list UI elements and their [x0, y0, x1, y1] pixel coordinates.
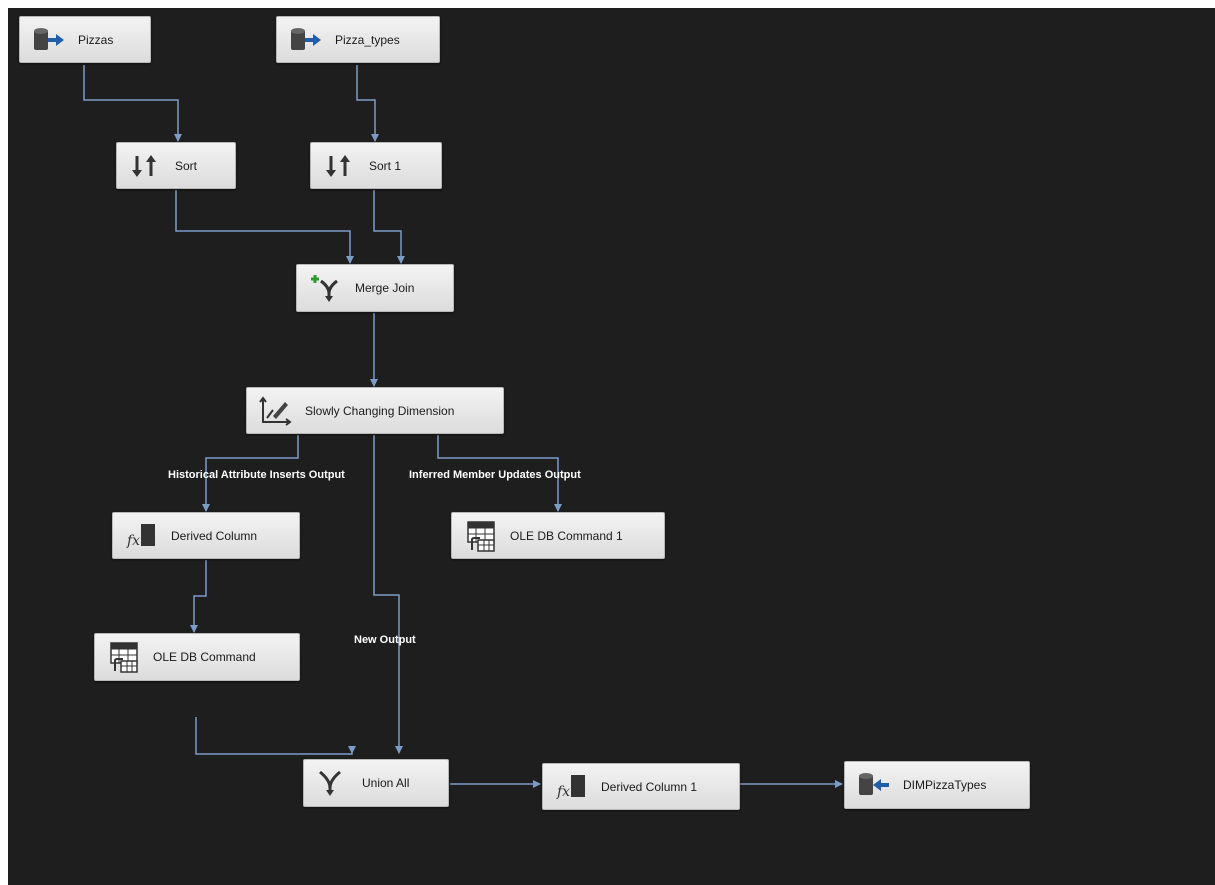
pizzas-source-node[interactable]: Pizzas: [19, 16, 151, 63]
merge-join-label: Merge Join: [355, 281, 415, 295]
union-all-node[interactable]: Union All: [303, 759, 449, 807]
ole-db-command-node[interactable]: OLE DB Command: [94, 633, 300, 681]
union-all-label: Union All: [362, 776, 410, 790]
ole-db-command-1-node[interactable]: OLE DB Command 1: [451, 512, 665, 559]
path-derived-column-to-ole-db-command: [190, 560, 207, 633]
derived-column-label: Derived Column: [171, 528, 258, 543]
path-sort-to-merge-join: [175, 190, 354, 264]
derived-column-1-label: Derived Column 1: [601, 779, 698, 794]
ole-db-command-icon: [107, 641, 147, 673]
pizzas-label: Pizzas: [78, 32, 114, 47]
union-all-icon: [316, 767, 356, 799]
ole-db-command-label: OLE DB Command: [153, 650, 256, 664]
dim-pizza-types-label: DIMPizzaTypes: [903, 778, 987, 792]
scd-label: Slowly Changing Dimension: [305, 403, 455, 418]
inferred-output-label[interactable]: Inferred Member Updates Output: [409, 469, 581, 481]
slowly-changing-dimension-node[interactable]: Slowly Changing Dimension: [246, 387, 504, 434]
pizza-types-source-node[interactable]: Pizza_types: [276, 16, 440, 63]
dim-pizza-types-destination-node[interactable]: DIMPizzaTypes: [844, 761, 1030, 809]
derived-column-1-node[interactable]: fx Derived Column 1: [542, 763, 740, 810]
sort1-label: Sort 1: [369, 158, 402, 173]
derived-column-icon: fx: [555, 771, 595, 803]
path-sort1-to-merge-join: [373, 190, 405, 264]
merge-join-node[interactable]: Merge Join: [296, 264, 454, 312]
new-output-label[interactable]: New Output: [354, 634, 416, 646]
sort-label: Sort: [175, 158, 198, 173]
ole-db-command-icon: [464, 520, 504, 552]
path-ole-db-command-to-union-all: [195, 717, 353, 755]
path-pizza-types-to-sort1: [356, 65, 379, 142]
sort1-node[interactable]: Sort 1: [310, 142, 442, 189]
ole-db-command-1-label: OLE DB Command 1: [510, 528, 623, 543]
historical-output-label[interactable]: Historical Attribute Inserts Output: [168, 469, 345, 481]
sort-icon: [323, 150, 363, 182]
path-new-output: [373, 435, 403, 754]
destination-database-icon: [857, 769, 897, 801]
svg-text:fx: fx: [126, 533, 140, 549]
source-database-icon: [289, 24, 329, 56]
source-database-icon: [32, 24, 72, 56]
data-flow-paths: [83, 65, 843, 788]
slowly-changing-dimension-icon: [259, 395, 299, 427]
svg-text:fx: fx: [556, 784, 570, 800]
path-pizzas-to-sort: [83, 65, 182, 142]
merge-join-icon: [309, 272, 349, 304]
derived-column-node[interactable]: fx Derived Column: [112, 512, 300, 559]
data-flow-canvas[interactable]: Pizzas Pizza_types Sort Sort 1 Merge Joi…: [8, 8, 1215, 885]
sort-icon: [129, 150, 169, 182]
sort-node[interactable]: Sort: [116, 142, 236, 189]
pizza-types-label: Pizza_types: [335, 32, 400, 47]
derived-column-icon: fx: [125, 520, 165, 552]
